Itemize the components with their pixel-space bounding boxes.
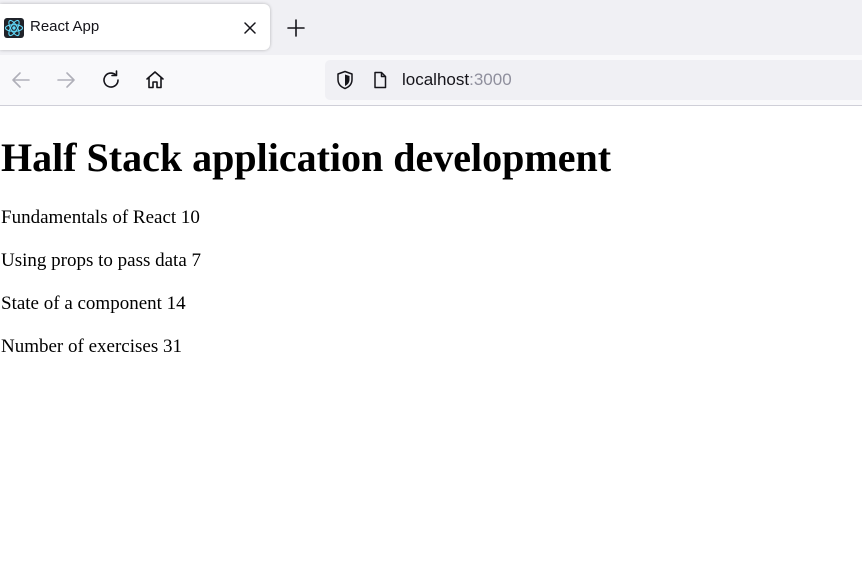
url-host: localhost [402,70,470,89]
page-icon[interactable] [370,70,390,90]
part-fundamentals: Fundamentals of React 10 [1,207,200,228]
tab-strip: React App [0,0,862,55]
tab-title: React App [30,18,100,35]
url-bar[interactable]: localhost:3000 [325,60,862,100]
total-exercises: Number of exercises 31 [1,336,182,357]
shield-icon[interactable] [334,69,356,91]
page-header: Half Stack application development [1,135,612,180]
tab-react-app[interactable]: React App [0,4,270,50]
navigation-toolbar: localhost:3000 [0,55,862,106]
part-state: State of a component 14 [1,293,186,314]
reload-icon[interactable] [99,68,123,92]
react-logo-icon [4,18,24,38]
arrow-right-icon[interactable] [54,68,78,92]
part-props: Using props to pass data 7 [1,250,202,271]
arrow-left-icon[interactable] [9,68,33,92]
url-text[interactable]: localhost:3000 [402,70,512,90]
home-icon[interactable] [143,68,167,92]
plus-icon[interactable] [284,16,308,40]
url-port: :3000 [469,70,512,89]
close-icon[interactable] [238,16,262,40]
